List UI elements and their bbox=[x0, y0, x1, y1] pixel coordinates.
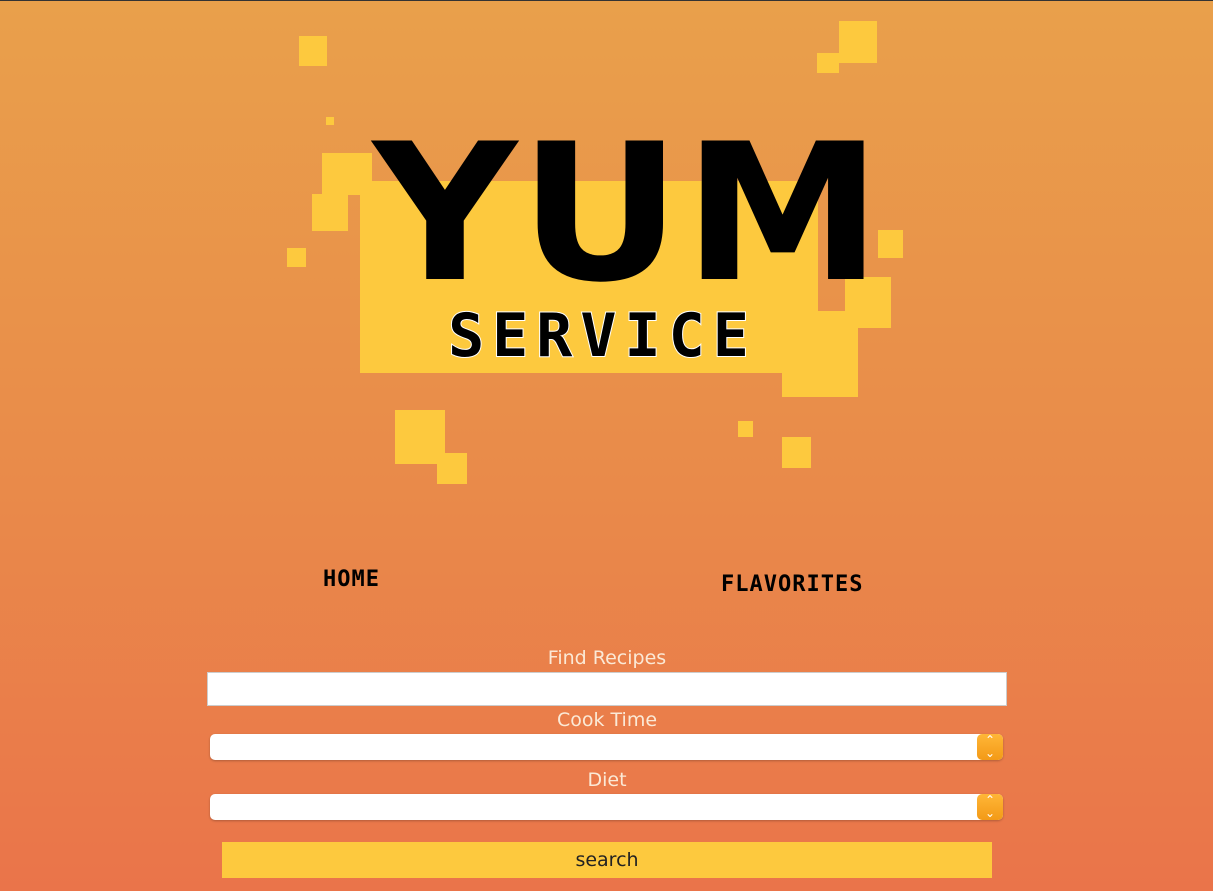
recipe-search-form: Find Recipes Cook Time ⌃ ⌄ Diet ⌃ ⌄ bbox=[207, 644, 1007, 820]
find-recipes-input[interactable] bbox=[207, 672, 1007, 706]
nav-favorites-link[interactable]: FLAVORITES bbox=[721, 572, 863, 597]
logo-pixel bbox=[839, 21, 877, 63]
search-button[interactable]: search bbox=[222, 842, 992, 878]
logo: YUM SERVICE bbox=[0, 1, 1213, 501]
logo-subtitle: SERVICE bbox=[447, 300, 757, 372]
find-recipes-label: Find Recipes bbox=[547, 647, 667, 669]
logo-pixel bbox=[312, 194, 348, 231]
cook-time-label: Cook Time bbox=[556, 709, 658, 731]
nav-home-link[interactable]: HOME bbox=[323, 567, 380, 592]
cook-time-select[interactable]: ⌃ ⌄ bbox=[210, 734, 1003, 760]
chevron-up-down-icon[interactable]: ⌃ ⌄ bbox=[977, 734, 1003, 760]
logo-pixel bbox=[782, 437, 811, 468]
logo-pixel bbox=[326, 117, 334, 125]
diet-select[interactable]: ⌃ ⌄ bbox=[210, 794, 1003, 820]
diet-label: Diet bbox=[587, 769, 627, 791]
logo-pixel bbox=[738, 421, 753, 437]
logo-pixel bbox=[299, 36, 327, 66]
logo-title: YUM bbox=[372, 103, 885, 324]
chevron-up-down-icon[interactable]: ⌃ ⌄ bbox=[977, 794, 1003, 820]
logo-pixel bbox=[817, 53, 839, 73]
logo-pixel bbox=[287, 248, 306, 267]
logo-pixel bbox=[437, 453, 467, 484]
